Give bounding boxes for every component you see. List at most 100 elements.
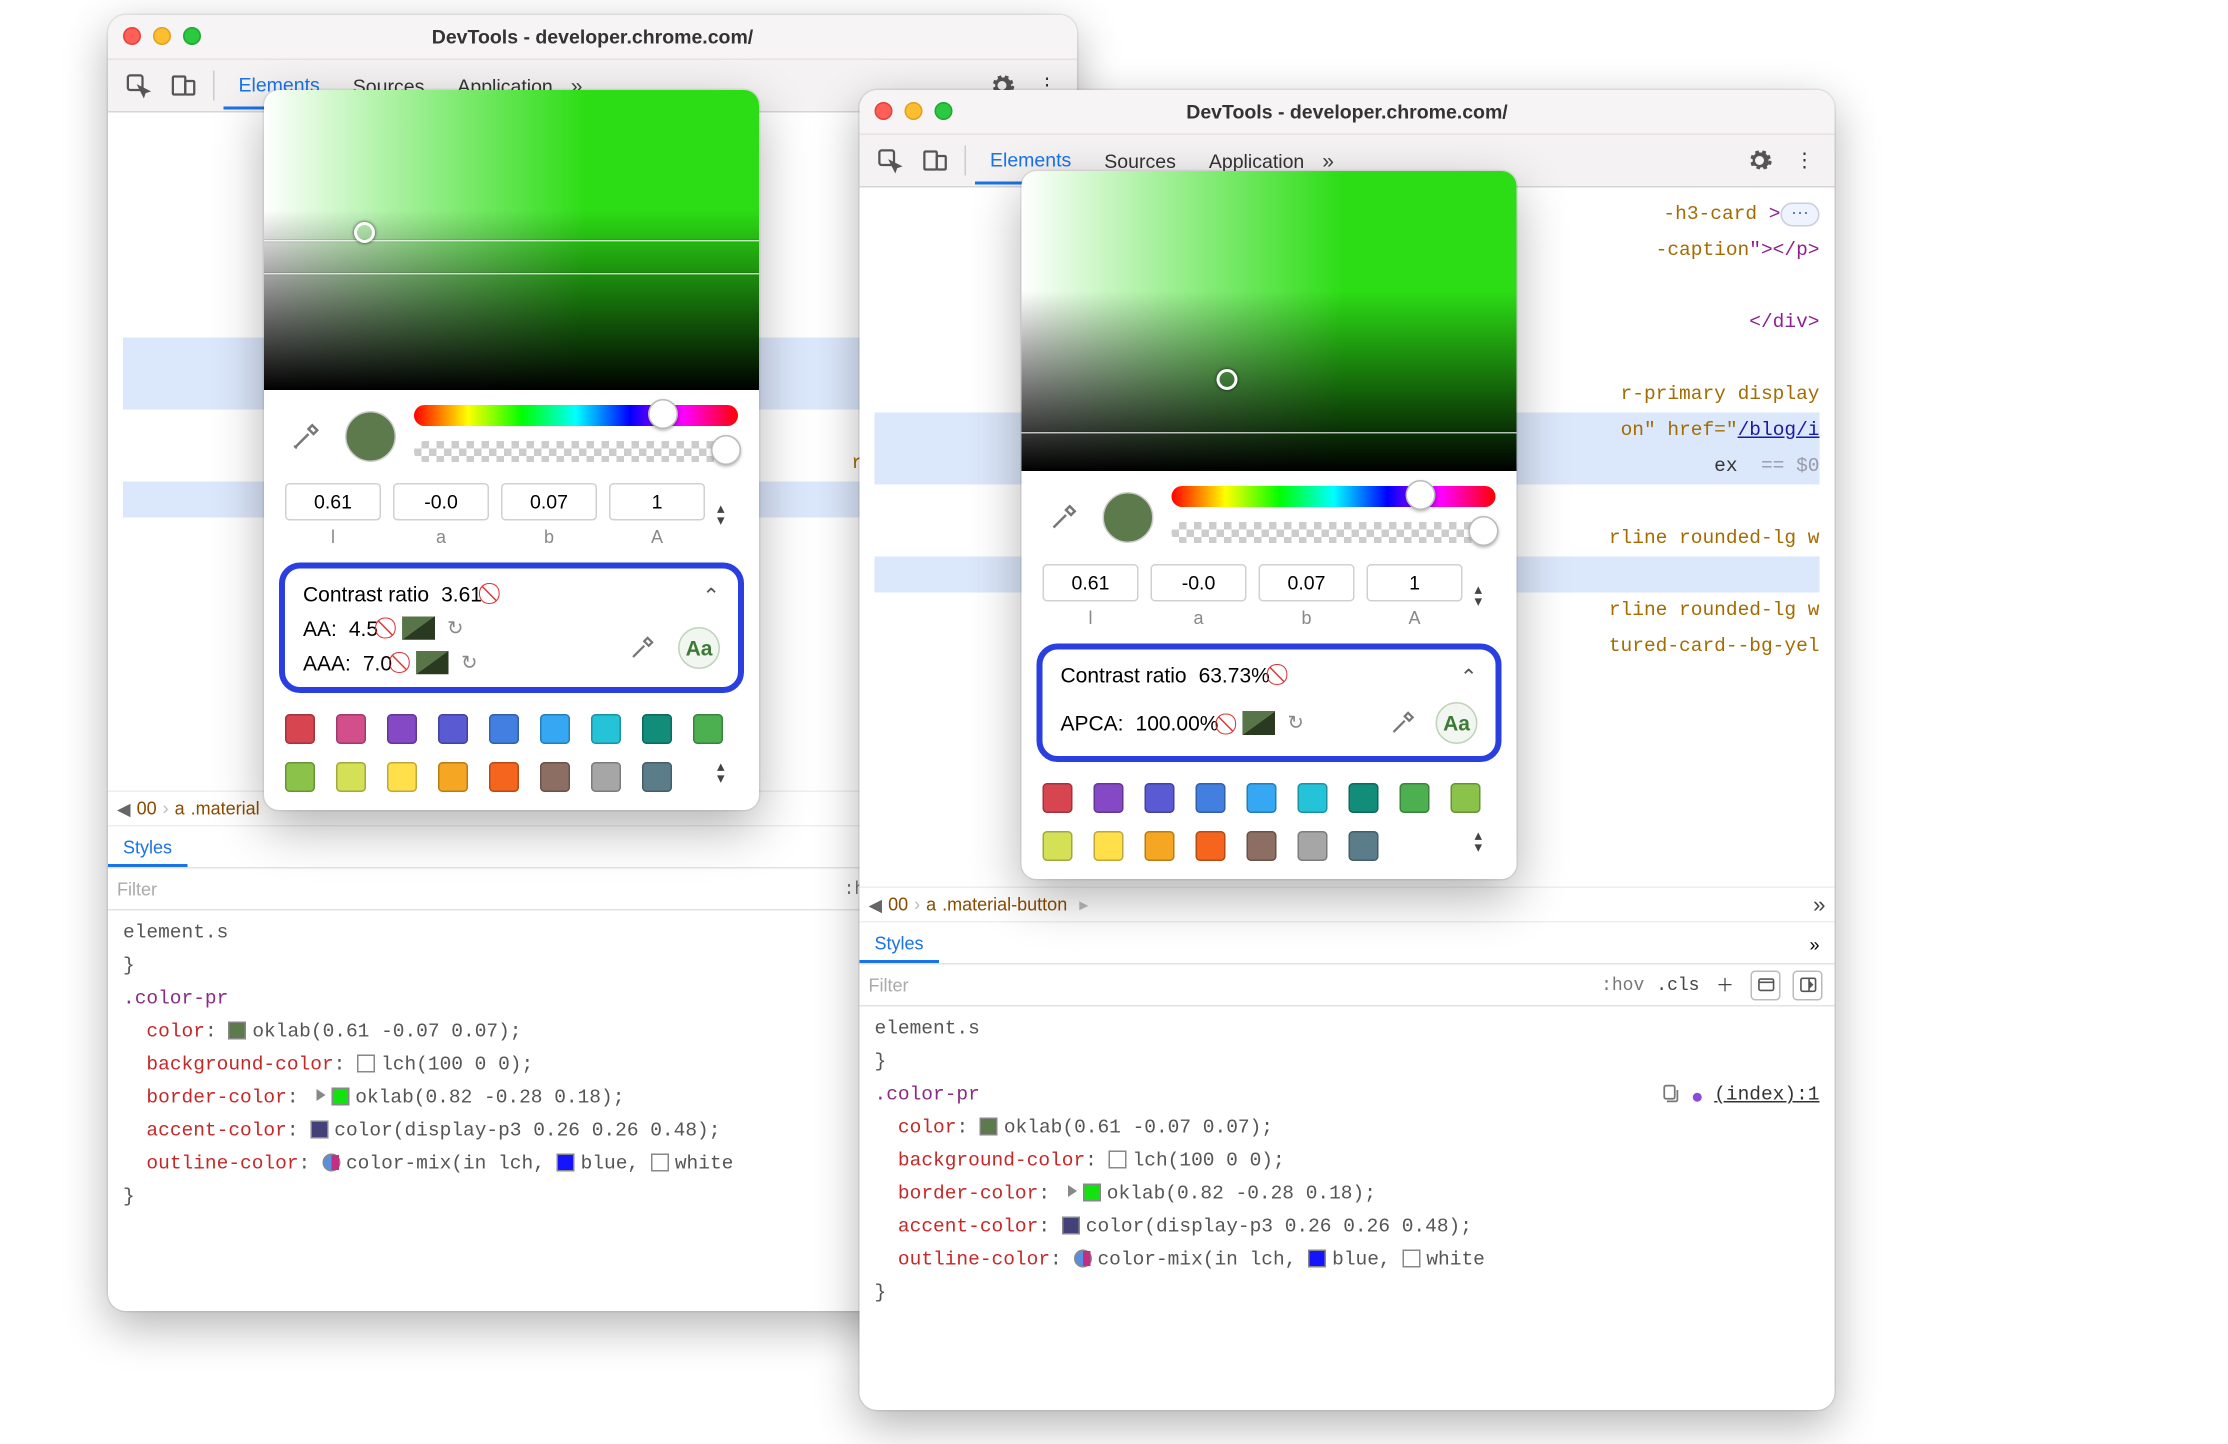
palette-swatch[interactable] — [642, 762, 672, 792]
title-bar[interactable]: DevTools - developer.chrome.com/ — [860, 90, 1835, 135]
tab-styles[interactable]: Styles — [860, 926, 939, 964]
crumb-item[interactable]: a — [175, 798, 185, 819]
source-link[interactable]: (index):1 — [1659, 1079, 1819, 1112]
inspect-icon[interactable] — [117, 65, 159, 107]
device-icon[interactable] — [914, 140, 956, 182]
palette-swatch[interactable] — [591, 762, 621, 792]
hue-slider[interactable] — [414, 405, 738, 426]
contrast-swatch[interactable] — [416, 650, 449, 674]
palette-swatch[interactable] — [285, 762, 315, 792]
filter-input[interactable]: Filter — [108, 878, 243, 899]
eyedropper-icon[interactable] — [1043, 497, 1085, 539]
palette-swatch[interactable] — [1145, 831, 1175, 861]
reload-icon[interactable]: ↻ — [447, 616, 463, 640]
slider-knob[interactable] — [1469, 516, 1499, 546]
palette-swatch[interactable] — [540, 714, 570, 744]
palette-swatch[interactable] — [1196, 783, 1226, 813]
minimize-icon[interactable] — [905, 102, 923, 120]
alpha-slider[interactable] — [414, 441, 738, 462]
alpha-input[interactable] — [1367, 564, 1463, 602]
palette-swatch[interactable] — [642, 714, 672, 744]
saturation-field[interactable] — [264, 90, 759, 390]
palette-swatch[interactable] — [1247, 783, 1277, 813]
cls-toggle[interactable]: .cls — [1656, 974, 1699, 995]
color-picker[interactable]: l a b A ▴▾ Contrast ratio 63.73% ⃠ ⌃ APC… — [1022, 171, 1517, 879]
a-input[interactable] — [393, 483, 489, 521]
palette-swatch[interactable] — [1196, 831, 1226, 861]
crumb-item[interactable]: 00 — [888, 894, 908, 915]
b-input[interactable] — [1259, 564, 1355, 602]
format-spinner[interactable]: ▴▾ — [1475, 584, 1496, 608]
palette-swatch[interactable] — [387, 714, 417, 744]
palette-spinner[interactable]: ▴▾ — [717, 762, 738, 786]
palette-swatch[interactable] — [489, 762, 519, 792]
css-declaration[interactable]: accent-color: color(display-p3 0.26 0.26… — [875, 1211, 1820, 1244]
l-input[interactable] — [1043, 564, 1139, 602]
close-icon[interactable] — [875, 102, 893, 120]
inspect-icon[interactable] — [869, 140, 911, 182]
filter-input[interactable]: Filter — [860, 974, 995, 995]
palette-swatch[interactable] — [1451, 783, 1481, 813]
palette-swatch[interactable] — [591, 714, 621, 744]
overflow-icon[interactable]: » — [1809, 934, 1834, 955]
palette-swatch[interactable] — [1298, 783, 1328, 813]
crumb-item[interactable]: 00 — [137, 798, 157, 819]
reload-icon[interactable]: ↻ — [461, 650, 477, 674]
crumb-item[interactable]: a — [926, 894, 936, 915]
palette-swatch[interactable] — [387, 762, 417, 792]
slider-knob[interactable] — [1405, 480, 1435, 510]
eyedropper-icon[interactable] — [1382, 702, 1424, 744]
chevron-up-icon[interactable]: ⌃ — [702, 584, 720, 610]
maximize-icon[interactable] — [183, 27, 201, 45]
close-icon[interactable] — [123, 27, 141, 45]
palette-swatch[interactable] — [693, 714, 723, 744]
palette-swatch[interactable] — [285, 714, 315, 744]
alpha-slider[interactable] — [1172, 522, 1496, 543]
contrast-swatch[interactable] — [402, 616, 435, 640]
slider-knob[interactable] — [647, 399, 677, 429]
style-icon[interactable] — [1751, 970, 1781, 1000]
palette-swatch[interactable] — [1349, 783, 1379, 813]
palette-swatch[interactable] — [489, 714, 519, 744]
breadcrumb[interactable]: ◂ 00 › a .material-button ▸ » — [860, 887, 1835, 923]
l-input[interactable] — [285, 483, 381, 521]
palette-swatch[interactable] — [1094, 831, 1124, 861]
palette-swatch[interactable] — [438, 762, 468, 792]
panel-right-icon[interactable] — [1793, 970, 1823, 1000]
palette-swatch[interactable] — [1043, 831, 1073, 861]
color-handle[interactable] — [354, 222, 375, 243]
palette-swatch[interactable] — [1298, 831, 1328, 861]
href-link[interactable]: /blog/i — [1738, 419, 1820, 442]
css-declaration[interactable]: border-color: oklab(0.82 -0.28 0.18); — [875, 1178, 1820, 1211]
settings-icon[interactable] — [1739, 140, 1781, 182]
crumb-item[interactable]: .material-button — [942, 894, 1067, 915]
overflow-icon[interactable]: » — [1813, 892, 1826, 918]
hov-toggle[interactable]: :hov — [1601, 974, 1644, 995]
palette-swatch[interactable] — [336, 714, 366, 744]
b-input[interactable] — [501, 483, 597, 521]
crumb-item[interactable]: .material — [191, 798, 260, 819]
color-picker[interactable]: l a b A ▴▾ Contrast ratio 3.61 ⃠ ⌃ AA: 4… — [264, 90, 759, 810]
chevron-up-icon[interactable]: ⌃ — [1460, 665, 1478, 691]
palette-swatch[interactable] — [1400, 783, 1430, 813]
chevron-left-icon[interactable]: ◂ — [869, 889, 883, 921]
palette-swatch[interactable] — [1043, 783, 1073, 813]
title-bar[interactable]: DevTools - developer.chrome.com/ — [108, 15, 1077, 60]
css-declaration[interactable]: background-color: lch(100 0 0); — [875, 1145, 1820, 1178]
plus-icon[interactable]: ＋ — [1712, 971, 1739, 998]
alpha-input[interactable] — [609, 483, 705, 521]
maximize-icon[interactable] — [935, 102, 953, 120]
palette-swatch[interactable] — [438, 714, 468, 744]
slider-knob[interactable] — [711, 435, 741, 465]
palette-swatch[interactable] — [1094, 783, 1124, 813]
styles-pane[interactable]: element.s } .color-pr (index):1 color: o… — [860, 1010, 1835, 1313]
color-handle[interactable] — [1217, 369, 1238, 390]
chevron-right-icon[interactable]: ▸ — [1079, 894, 1088, 915]
css-declaration[interactable]: color: oklab(0.61 -0.07 0.07); — [875, 1112, 1820, 1145]
chevron-left-icon[interactable]: ◂ — [117, 793, 131, 825]
tab-styles[interactable]: Styles — [108, 830, 187, 868]
more-tabs-icon[interactable]: » — [1322, 149, 1334, 173]
palette-swatch[interactable] — [540, 762, 570, 792]
palette-swatch[interactable] — [1349, 831, 1379, 861]
minimize-icon[interactable] — [153, 27, 171, 45]
